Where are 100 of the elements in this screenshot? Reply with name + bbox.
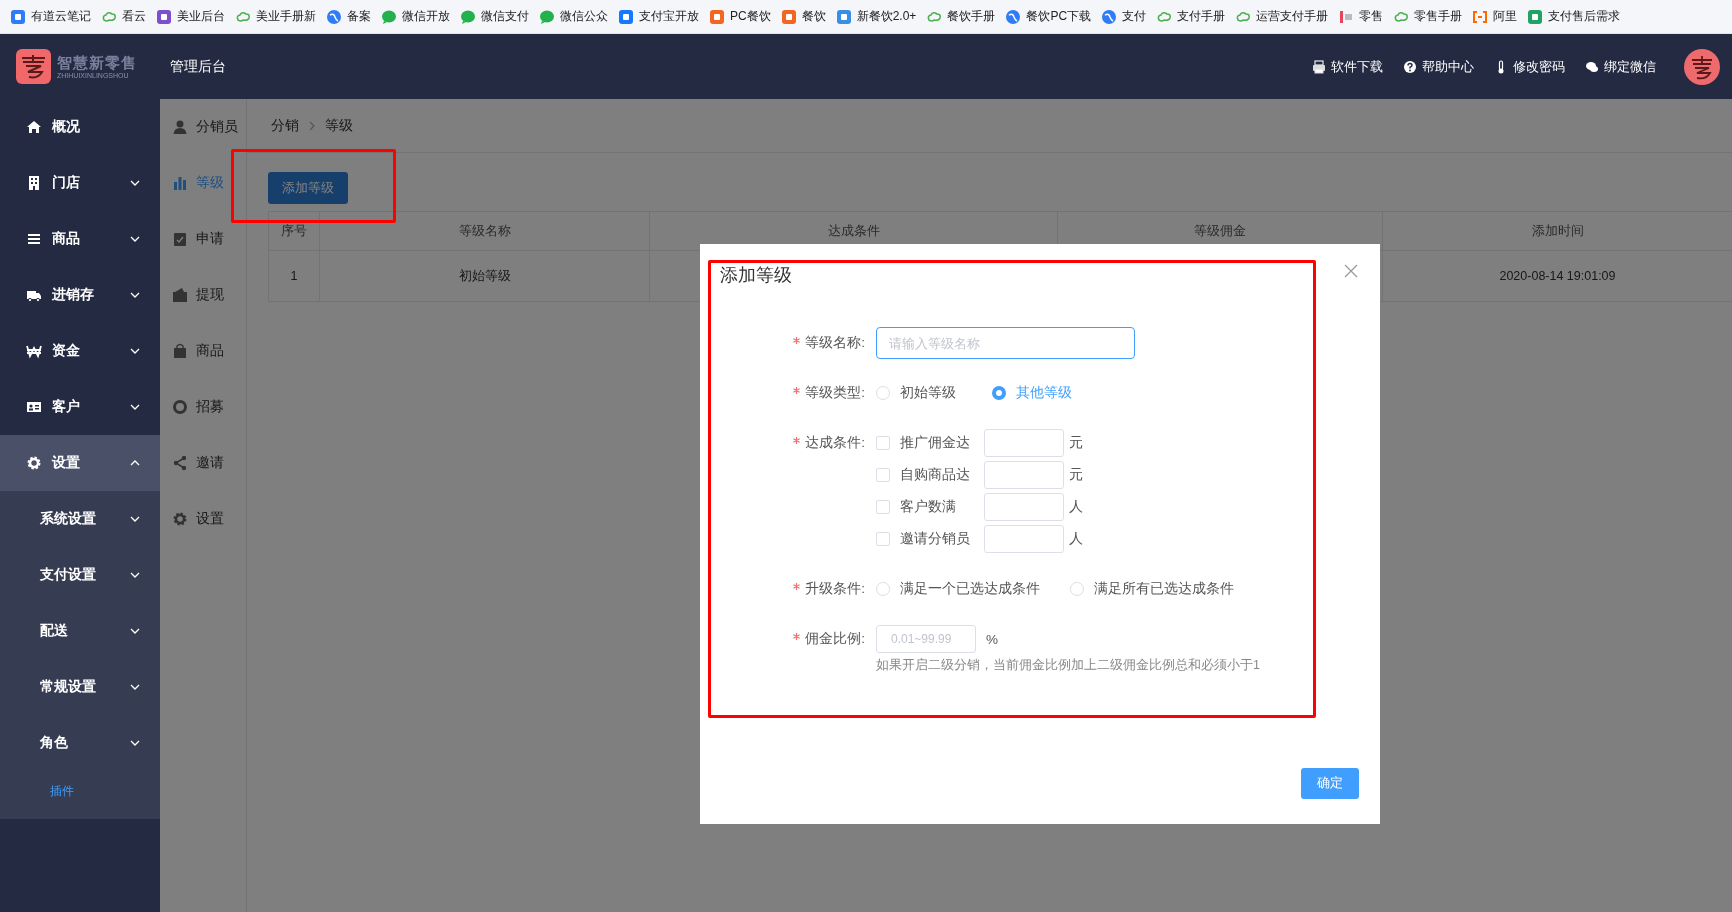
sidebar-item[interactable]: 进销存 xyxy=(0,267,160,323)
settings-icon xyxy=(26,455,42,471)
breadcrumb-item: 等级 xyxy=(325,116,353,135)
table-cell: 1 xyxy=(268,250,320,302)
checkbox-label[interactable]: 邀请分销员 xyxy=(900,530,976,548)
sidebar-item[interactable]: 客户 xyxy=(0,379,160,435)
column-header: 添加时间 xyxy=(1382,211,1732,251)
chevron-icon xyxy=(130,348,140,354)
bar-chart-icon xyxy=(172,175,188,191)
bookmark-link[interactable]: 备案 xyxy=(347,8,371,25)
chevron-icon xyxy=(130,404,140,410)
unit-label: 人 xyxy=(1069,498,1083,516)
hint-text: 如果开启二级分销，当前佣金比例加上二级佣金比例总和必须小于1 xyxy=(876,657,1261,674)
unit-label: 元 xyxy=(1069,434,1083,452)
unit-label: % xyxy=(986,631,998,647)
subnav-item[interactable]: 设置 xyxy=(160,491,246,547)
sidebar-item[interactable]: 商品 xyxy=(0,211,160,267)
bookmark-link[interactable]: 支付售后需求 xyxy=(1548,8,1621,25)
radio-label[interactable]: 初始等级 xyxy=(900,384,956,402)
bookmark-link[interactable]: 阿里 xyxy=(1493,8,1518,25)
bookmark-icon xyxy=(381,8,397,25)
bookmark-link[interactable]: 支付手册 xyxy=(1177,8,1226,25)
sidebar-subitem[interactable]: 插件 xyxy=(0,771,160,811)
logo-icon xyxy=(16,49,51,84)
bookmark-icon xyxy=(1527,8,1544,25)
bookmark-icon xyxy=(156,8,172,25)
bookmark-link[interactable]: 美业手册新 xyxy=(256,8,316,25)
bookmark-icon xyxy=(1101,8,1118,25)
chevron-right-icon xyxy=(309,120,315,131)
chevron-icon xyxy=(130,292,140,298)
checkbox[interactable] xyxy=(876,532,890,546)
header-link[interactable]: 帮助中心 xyxy=(1422,57,1474,76)
chevron-icon xyxy=(130,516,140,522)
radio-button[interactable] xyxy=(992,386,1006,400)
sidebar-item[interactable]: 门店 xyxy=(0,155,160,211)
subnav-item[interactable]: 申请 xyxy=(160,211,246,267)
logo-name: 智慧新零售 xyxy=(57,54,137,70)
bookmark-link[interactable]: 美业后台 xyxy=(177,8,225,25)
field-label: 达成条件: xyxy=(720,429,865,457)
bookmark-link[interactable]: 微信开放 xyxy=(402,8,450,25)
dialog-title: 添加等级 xyxy=(720,264,792,287)
bookmark-link[interactable]: 零售 xyxy=(1359,8,1384,25)
sidebar-item[interactable]: 概况 xyxy=(0,99,160,155)
bookmark-icon xyxy=(835,8,852,25)
sidebar-item[interactable]: 资金 xyxy=(0,323,160,379)
bookmark-link[interactable]: 运营支付手册 xyxy=(1256,8,1329,25)
bookmark-icon xyxy=(709,8,725,25)
home-icon xyxy=(26,119,42,135)
header-link[interactable]: 修改密码 xyxy=(1513,57,1565,76)
bookmark-link[interactable]: 餐饮PC下载 xyxy=(1026,8,1092,25)
bookmark-link[interactable]: 零售手册 xyxy=(1414,8,1463,25)
bookmark-link[interactable]: 有道云笔记 xyxy=(31,8,91,25)
column-header: 等级名称 xyxy=(319,211,650,251)
bookmark-link[interactable]: 微信公众 xyxy=(560,8,608,25)
subnav-item[interactable]: 分销员 xyxy=(160,99,246,155)
sidebar-item[interactable]: 设置 xyxy=(0,435,160,491)
subnav-item[interactable]: 提现 xyxy=(160,267,246,323)
checkbox-label[interactable]: 客户数满 xyxy=(900,498,976,516)
input-field[interactable]: 请输入等级名称 xyxy=(876,327,1135,359)
bookmark-icon xyxy=(1005,8,1022,25)
header-link[interactable]: 软件下载 xyxy=(1331,57,1383,76)
sidebar-subitem[interactable]: 支付设置 xyxy=(0,547,160,603)
avatar[interactable] xyxy=(1684,48,1720,85)
checkbox[interactable] xyxy=(876,468,890,482)
help-icon xyxy=(1403,59,1417,74)
checkbox[interactable] xyxy=(876,500,890,514)
bookmark-link[interactable]: 新餐饮2.0+ xyxy=(856,8,917,25)
sidebar-subitem[interactable]: 角色 xyxy=(0,715,160,771)
sidebar-subitem[interactable]: 常规设置 xyxy=(0,659,160,715)
bookmark-link[interactable]: PC餐饮 xyxy=(730,8,771,25)
user-icon xyxy=(172,119,188,135)
bookmark-link[interactable]: 餐饮 xyxy=(801,8,826,25)
subnav-item[interactable]: 商品 xyxy=(160,323,246,379)
subnav-item[interactable]: 邀请 xyxy=(160,435,246,491)
bookmark-link[interactable]: 餐饮手册 xyxy=(947,8,996,25)
bookmark-icon xyxy=(1472,8,1489,25)
chevron-icon xyxy=(130,180,140,186)
settings-icon xyxy=(172,511,188,527)
column-header: 序号 xyxy=(268,211,320,251)
checkbox-label[interactable]: 自购商品达 xyxy=(900,466,976,484)
breadcrumb-item[interactable]: 分销 xyxy=(271,116,299,135)
chevron-icon xyxy=(130,572,140,578)
checkbox[interactable] xyxy=(876,436,890,450)
wallet-icon xyxy=(172,287,188,303)
header-link[interactable]: 绑定微信 xyxy=(1604,57,1656,76)
chat-icon xyxy=(1585,59,1599,74)
bookmark-link[interactable]: 支付 xyxy=(1122,8,1147,25)
sidebar-subitem[interactable]: 配送 xyxy=(0,603,160,659)
subnav-item[interactable]: 招募 xyxy=(160,379,246,435)
bookmark-link[interactable]: 支付宝开放 xyxy=(639,8,699,25)
share-icon xyxy=(172,455,188,471)
close-icon[interactable] xyxy=(1344,264,1358,278)
checkbox-label[interactable]: 推广佣金达 xyxy=(900,434,976,452)
radio-label[interactable]: 满足所有已选达成条件 xyxy=(1094,580,1234,598)
sidebar-subitem[interactable]: 系统设置 xyxy=(0,491,160,547)
bookmark-link[interactable]: 微信支付 xyxy=(481,8,529,25)
radio-label[interactable]: 满足一个已选达成条件 xyxy=(900,580,1040,598)
ring-icon xyxy=(172,399,188,415)
field-label: 佣金比例: xyxy=(720,625,865,653)
bookmark-link[interactable]: 看云 xyxy=(122,8,146,25)
